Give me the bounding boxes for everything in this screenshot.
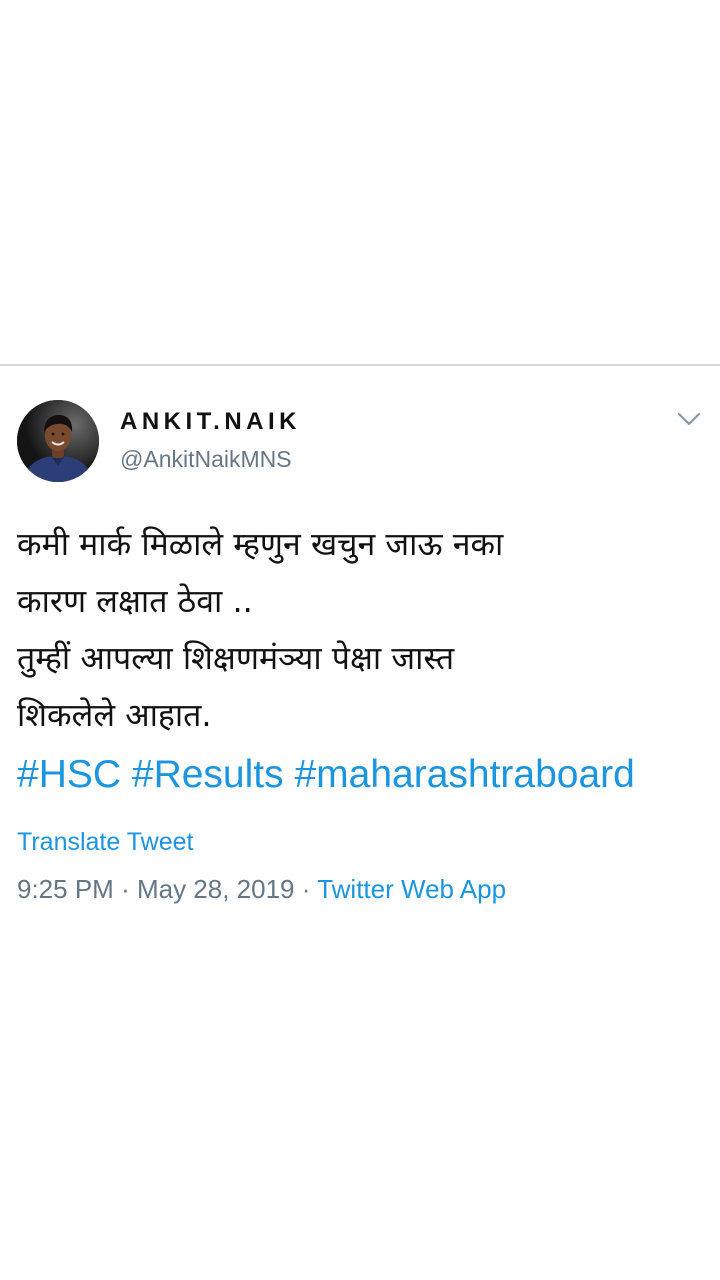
divider: [0, 364, 720, 366]
chevron-down-icon[interactable]: [676, 410, 702, 428]
translate-tweet-link[interactable]: Translate Tweet: [17, 828, 193, 857]
tweet-text-line: शिकलेले आहात.: [17, 696, 212, 734]
avatar[interactable]: [17, 400, 99, 482]
avatar-photo: [17, 400, 99, 482]
hashtag-hsc[interactable]: #HSC: [17, 753, 121, 796]
hashtag-results[interactable]: #Results: [132, 753, 284, 796]
tweet-screen: ANKIT.NAIK @AnkitNaikMNS कमी मार्क मिळाल…: [0, 0, 720, 1280]
tweet-text: कमी मार्क मिळाले म्हणुन खचुन जाऊ नका कार…: [17, 516, 707, 803]
hashtag-maharashtraboard[interactable]: #maharashtraboard: [294, 753, 634, 796]
tweet-date: May 28, 2019: [136, 874, 295, 904]
tweet-time: 9:25 PM: [17, 874, 114, 904]
tweet-source-link[interactable]: Twitter Web App: [317, 874, 506, 904]
meta-separator: ·: [121, 874, 130, 904]
tweet-text-line: कारण लक्षात ठेवा ..: [17, 582, 253, 620]
author-display-name[interactable]: ANKIT.NAIK: [120, 408, 301, 436]
tweet-metadata: 9:25 PM · May 28, 2019 · Twitter Web App: [17, 874, 506, 905]
tweet-text-line: तुम्हीं आपल्या शिक्षणमंञ्या पेक्षा जास्त: [17, 639, 455, 677]
meta-separator: ·: [301, 874, 311, 904]
author-handle[interactable]: @AnkitNaikMNS: [120, 446, 292, 473]
hashtag-row: #HSC #Results #maharashtraboard: [17, 746, 707, 803]
tweet-text-line: कमी मार्क मिळाले म्हणुन खचुन जाऊ नका: [17, 525, 504, 563]
